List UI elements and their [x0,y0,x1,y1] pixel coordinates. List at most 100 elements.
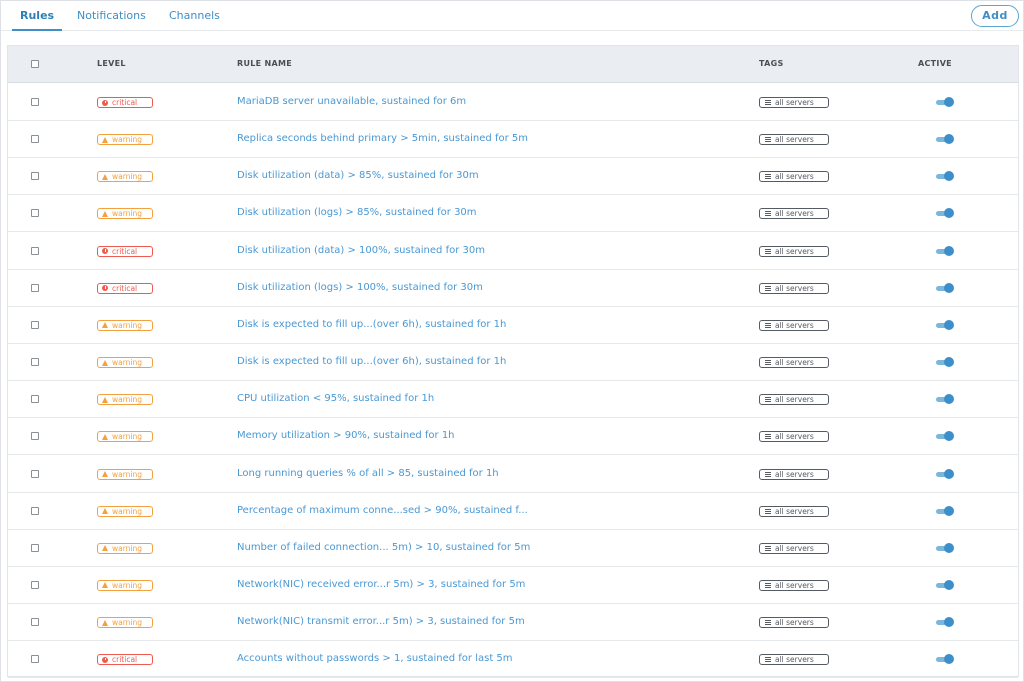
warning-triangle-icon [102,619,108,626]
tag-badge: all servers [759,617,829,629]
row-checkbox[interactable] [31,209,39,218]
active-toggle[interactable] [934,97,954,107]
active-toggle[interactable] [934,282,954,293]
tag-label: all servers [775,469,814,479]
rule-name-link[interactable]: Network(NIC) transmit error...r 5m) > 3,… [237,616,525,627]
rule-name-link[interactable]: Disk utilization (data) > 85%, sustained… [237,170,479,181]
level-badge: warning [97,468,153,480]
active-toggle[interactable] [934,319,954,330]
list-icon [765,285,771,291]
row-checkbox[interactable] [31,469,39,478]
row-checkbox[interactable] [31,618,39,627]
tag-badge: all servers [759,319,829,331]
active-toggle[interactable] [934,468,954,479]
level-label: critical [112,283,138,293]
toggle-knob [944,431,954,442]
active-toggle[interactable] [934,357,954,368]
row-checkbox[interactable] [31,172,39,181]
table-row: critical MariaDB server unavailable, sus… [8,84,1018,121]
active-toggle[interactable] [934,654,954,665]
list-icon [765,360,771,366]
tag-label: all servers [775,395,814,405]
warning-triangle-icon [102,136,108,143]
active-toggle[interactable] [934,171,954,182]
row-checkbox[interactable] [31,358,39,367]
active-toggle[interactable] [934,394,954,405]
rule-name-link[interactable]: CPU utilization < 95%, sustained for 1h [237,393,434,404]
select-all-checkbox[interactable] [31,60,39,68]
row-checkbox[interactable] [31,320,39,329]
level-label: warning [112,543,143,553]
rule-name-link[interactable]: Disk utilization (logs) > 85%, sustained… [237,207,477,218]
tag-label: all servers [775,98,814,107]
level-badge: critical [97,282,153,294]
rule-name-link[interactable]: Number of failed connection... 5m) > 10,… [237,542,530,553]
rule-name-link[interactable]: MariaDB server unavailable, sustained fo… [237,96,466,107]
rule-name-link[interactable]: Network(NIC) received error...r 5m) > 3,… [237,579,525,590]
level-label: critical [112,98,138,107]
tab-channels[interactable]: Channels [169,9,220,31]
header-rule-name[interactable]: RULE NAME [237,59,292,68]
level-label: warning [112,320,143,330]
row-checkbox[interactable] [31,432,39,441]
list-icon [765,397,771,403]
rule-name-link[interactable]: Accounts without passwords > 1, sustaine… [237,653,513,664]
active-toggle[interactable] [934,617,954,628]
header-tags: TAGS [759,59,784,68]
rules-table: LEVEL RULE NAME TAGS ACTIVE critical Mar… [7,45,1019,679]
row-checkbox[interactable] [31,543,39,552]
tag-label: all servers [775,246,814,256]
tag-badge: all servers [759,542,829,554]
rule-name-link[interactable]: Replica seconds behind primary > 5min, s… [237,133,528,144]
toggle-knob [944,245,954,256]
row-checkbox[interactable] [31,98,39,106]
active-toggle[interactable] [934,579,954,590]
tab-rules[interactable]: Rules [12,9,63,31]
row-checkbox[interactable] [31,395,39,404]
warning-triangle-icon [102,322,108,329]
active-toggle[interactable] [934,245,954,256]
list-icon [765,471,771,477]
row-checkbox[interactable] [31,135,39,144]
table-row: warning CPU utilization < 95%, sustained… [8,381,1018,419]
rule-name-link[interactable]: Long running queries % of all > 85, sust… [237,468,499,479]
row-checkbox[interactable] [31,246,39,255]
table-row: warning Percentage of maximum conne...se… [8,493,1018,530]
add-button[interactable]: Add [971,5,1019,27]
rule-name-link[interactable]: Disk utilization (logs) > 100%, sustaine… [237,282,483,293]
exclamation-circle-icon [102,656,108,663]
level-badge: critical [97,654,153,666]
warning-triangle-icon [102,433,108,440]
row-checkbox[interactable] [31,655,39,664]
level-badge: warning [97,394,153,406]
tag-badge: all servers [759,505,829,517]
rule-name-link[interactable]: Percentage of maximum conne...sed > 90%,… [237,505,528,516]
active-toggle[interactable] [934,208,954,219]
toggle-knob [944,579,954,590]
active-toggle[interactable] [934,505,954,516]
active-toggle[interactable] [934,134,954,145]
warning-triangle-icon [102,359,108,366]
list-icon [765,582,771,588]
tag-badge: all servers [759,134,829,146]
tag-label: all servers [775,172,814,182]
rule-name-link[interactable]: Disk utilization (data) > 100%, sustaine… [237,245,485,256]
table-row: warning Disk is expected to fill up...(o… [8,344,1018,382]
list-icon [765,248,771,254]
list-icon [765,620,771,626]
tab-notifications[interactable]: Notifications [77,9,146,31]
tag-label: all servers [775,618,814,628]
tag-badge: all servers [759,357,829,369]
row-checkbox[interactable] [31,506,39,515]
active-toggle[interactable] [934,542,954,553]
row-checkbox[interactable] [31,580,39,589]
header-level[interactable]: LEVEL [97,59,126,68]
active-toggle[interactable] [934,431,954,442]
warning-triangle-icon [102,508,108,515]
row-checkbox[interactable] [31,283,39,292]
table-row: warning Network(NIC) transmit error...r … [8,604,1018,642]
rule-name-link[interactable]: Disk is expected to fill up...(over 6h),… [237,319,506,330]
rule-name-link[interactable]: Disk is expected to fill up...(over 6h),… [237,356,506,367]
rule-name-link[interactable]: Memory utilization > 90%, sustained for … [237,430,455,441]
tag-label: all servers [775,209,814,219]
